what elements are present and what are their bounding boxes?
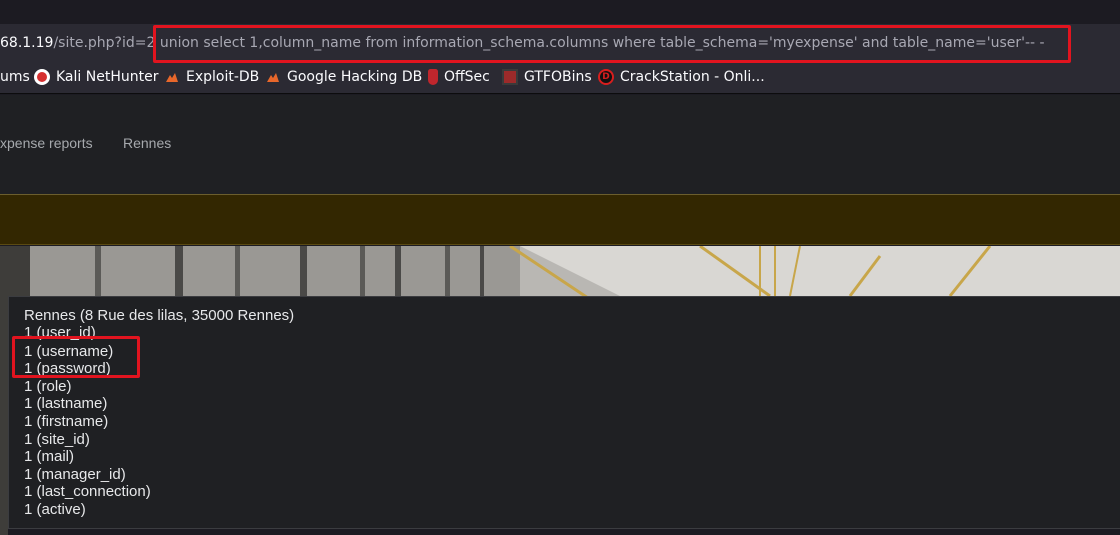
column-row: 1 (active) xyxy=(24,501,86,518)
url-highlight-box xyxy=(153,25,1071,63)
column-row: 1 (lastname) xyxy=(24,395,108,412)
bookmark-label: OffSec xyxy=(444,69,490,85)
kali-icon xyxy=(34,69,50,85)
url-path: /site.php?id=2 xyxy=(53,35,156,51)
column-row: 1 (site_id) xyxy=(24,431,90,448)
bookmark-forums[interactable]: ums xyxy=(0,69,30,85)
bookmark-exploit-db[interactable]: Exploit-DB xyxy=(164,69,259,85)
site-navbar: xpense reports Rennes xyxy=(0,95,1120,194)
column-row: 1 (role) xyxy=(24,378,72,395)
bookmark-offsec[interactable]: OffSec xyxy=(428,69,490,85)
column-row: 1 (last_connection) xyxy=(24,483,151,500)
column-row: 1 (firstname) xyxy=(24,413,109,430)
tab-strip xyxy=(0,0,1120,24)
bookmark-gtfobins[interactable]: GTFOBins xyxy=(502,69,592,85)
bookmark-label: CrackStation - Onli... xyxy=(620,69,765,85)
url-host: 68.1.19 xyxy=(0,35,54,51)
bookmark-google-hacking-db[interactable]: Google Hacking DB xyxy=(265,69,422,85)
bookmark-kali-nethunter[interactable]: Kali NetHunter xyxy=(34,69,158,85)
offsec-icon xyxy=(428,69,438,85)
nav-rennes[interactable]: Rennes xyxy=(123,135,171,151)
bookmarks-toolbar: ums Kali NetHunter Exploit-DB Google Hac… xyxy=(0,64,1120,94)
results-header: Rennes (8 Rue des lilas, 35000 Rennes) xyxy=(24,307,295,324)
exploit-db-icon xyxy=(166,73,178,82)
exploit-db-icon xyxy=(267,73,279,82)
results-panel: Rennes (8 Rue des lilas, 35000 Rennes) 1… xyxy=(8,296,1120,529)
nav-expense-reports[interactable]: xpense reports xyxy=(0,135,93,151)
results-footer xyxy=(8,528,1120,535)
bookmark-label: Kali NetHunter xyxy=(56,69,159,85)
alert-bar xyxy=(0,195,1120,245)
credentials-highlight-box xyxy=(12,336,140,378)
bookmark-crackstation[interactable]: D CrackStation - Onli... xyxy=(598,69,765,85)
gtfobins-icon xyxy=(502,69,518,85)
column-row: 1 (manager_id) xyxy=(24,466,126,483)
crackstation-icon: D xyxy=(598,69,614,85)
bookmark-label: Google Hacking DB xyxy=(287,69,423,85)
bookmark-label: ums xyxy=(0,69,30,85)
column-row: 1 (mail) xyxy=(24,448,75,465)
bookmark-label: GTFOBins xyxy=(524,69,592,85)
bookmark-label: Exploit-DB xyxy=(186,69,260,85)
